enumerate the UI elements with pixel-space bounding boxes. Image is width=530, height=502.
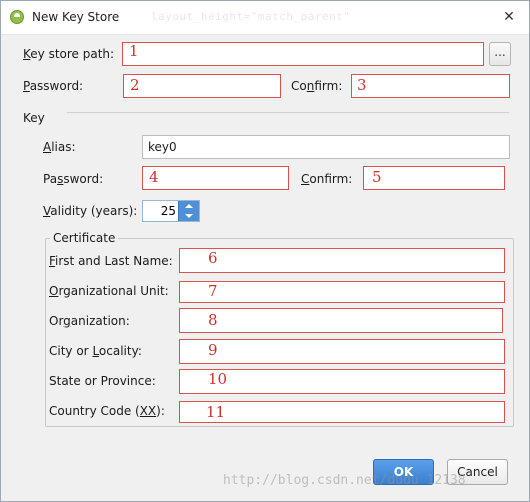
cancel-button[interactable]: Cancel xyxy=(447,459,508,485)
key-section-divider xyxy=(67,112,509,113)
organization-text[interactable] xyxy=(180,309,502,332)
dialog-title: New Key Store xyxy=(32,10,120,24)
title-bar: New Key Store layout_height="match_paren… xyxy=(1,1,529,35)
certificate-legend: Certificate xyxy=(50,231,119,245)
new-key-store-dialog: New Key Store layout_height="match_paren… xyxy=(0,0,530,502)
annotation-6: 6 xyxy=(208,249,218,267)
alias-input[interactable] xyxy=(142,135,510,159)
country-code-input[interactable] xyxy=(179,401,505,423)
ok-button[interactable]: OK xyxy=(373,459,434,485)
key-store-confirm-label: Confirm: xyxy=(291,79,343,93)
annotation-8: 8 xyxy=(208,311,218,329)
annotation-5: 5 xyxy=(372,168,382,186)
key-store-password-label: Password: xyxy=(23,79,84,93)
key-store-path-label: Key store path: xyxy=(23,47,115,61)
close-icon[interactable]: ✕ xyxy=(500,8,518,26)
key-store-path-text[interactable] xyxy=(123,43,483,65)
organizational-unit-label: Organizational Unit: xyxy=(49,284,169,298)
alias-label: Alias: xyxy=(43,140,76,154)
validity-label: Validity (years): xyxy=(43,204,138,218)
organizational-unit-input[interactable] xyxy=(179,281,505,303)
validity-value[interactable] xyxy=(143,201,179,221)
state-province-label: State or Province: xyxy=(49,374,156,388)
annotation-10: 10 xyxy=(208,370,228,388)
annotation-11: 11 xyxy=(206,403,226,421)
first-last-name-label: First and Last Name: xyxy=(49,254,173,268)
browse-button[interactable]: ... xyxy=(489,42,511,66)
first-last-name-text[interactable] xyxy=(180,249,504,272)
key-password-label: Password: xyxy=(43,172,104,186)
validity-spinner[interactable] xyxy=(142,200,200,222)
key-confirm-label: Confirm: xyxy=(301,172,353,186)
organization-input[interactable] xyxy=(179,308,503,333)
key-confirm-text[interactable] xyxy=(364,167,504,189)
key-store-password-text[interactable] xyxy=(124,75,280,97)
country-code-text[interactable] xyxy=(180,402,504,422)
alias-text[interactable] xyxy=(143,136,509,158)
country-code-label: Country Code (XX): xyxy=(49,404,165,418)
background-hint-text: layout_height="match_parent" xyxy=(151,10,351,23)
key-store-path-input[interactable] xyxy=(122,42,484,66)
android-studio-icon xyxy=(10,10,24,24)
state-province-text[interactable] xyxy=(180,370,504,393)
annotation-4: 4 xyxy=(149,168,159,186)
validity-spinner-buttons xyxy=(178,201,199,221)
annotation-2: 2 xyxy=(130,76,140,94)
city-locality-text[interactable] xyxy=(180,340,504,363)
annotation-7: 7 xyxy=(208,282,218,300)
city-locality-input[interactable] xyxy=(179,339,505,364)
key-password-input[interactable] xyxy=(142,166,289,190)
key-section-label: Key xyxy=(23,111,45,125)
spinner-up-arrow-icon[interactable] xyxy=(179,201,199,211)
organizational-unit-text[interactable] xyxy=(180,282,504,302)
key-store-confirm-text[interactable] xyxy=(352,75,509,97)
city-locality-label: City or Locality: xyxy=(49,344,142,358)
spinner-down-arrow-icon[interactable] xyxy=(179,211,199,221)
key-store-confirm-input[interactable] xyxy=(351,74,510,98)
state-province-input[interactable] xyxy=(179,369,505,394)
organization-label: Organization: xyxy=(49,314,130,328)
first-last-name-input[interactable] xyxy=(179,248,505,273)
key-confirm-input[interactable] xyxy=(363,166,505,190)
annotation-9: 9 xyxy=(208,341,218,359)
annotation-1: 1 xyxy=(129,42,139,60)
key-password-text[interactable] xyxy=(143,167,288,189)
key-store-password-input[interactable] xyxy=(123,74,281,98)
annotation-3: 3 xyxy=(357,76,367,94)
